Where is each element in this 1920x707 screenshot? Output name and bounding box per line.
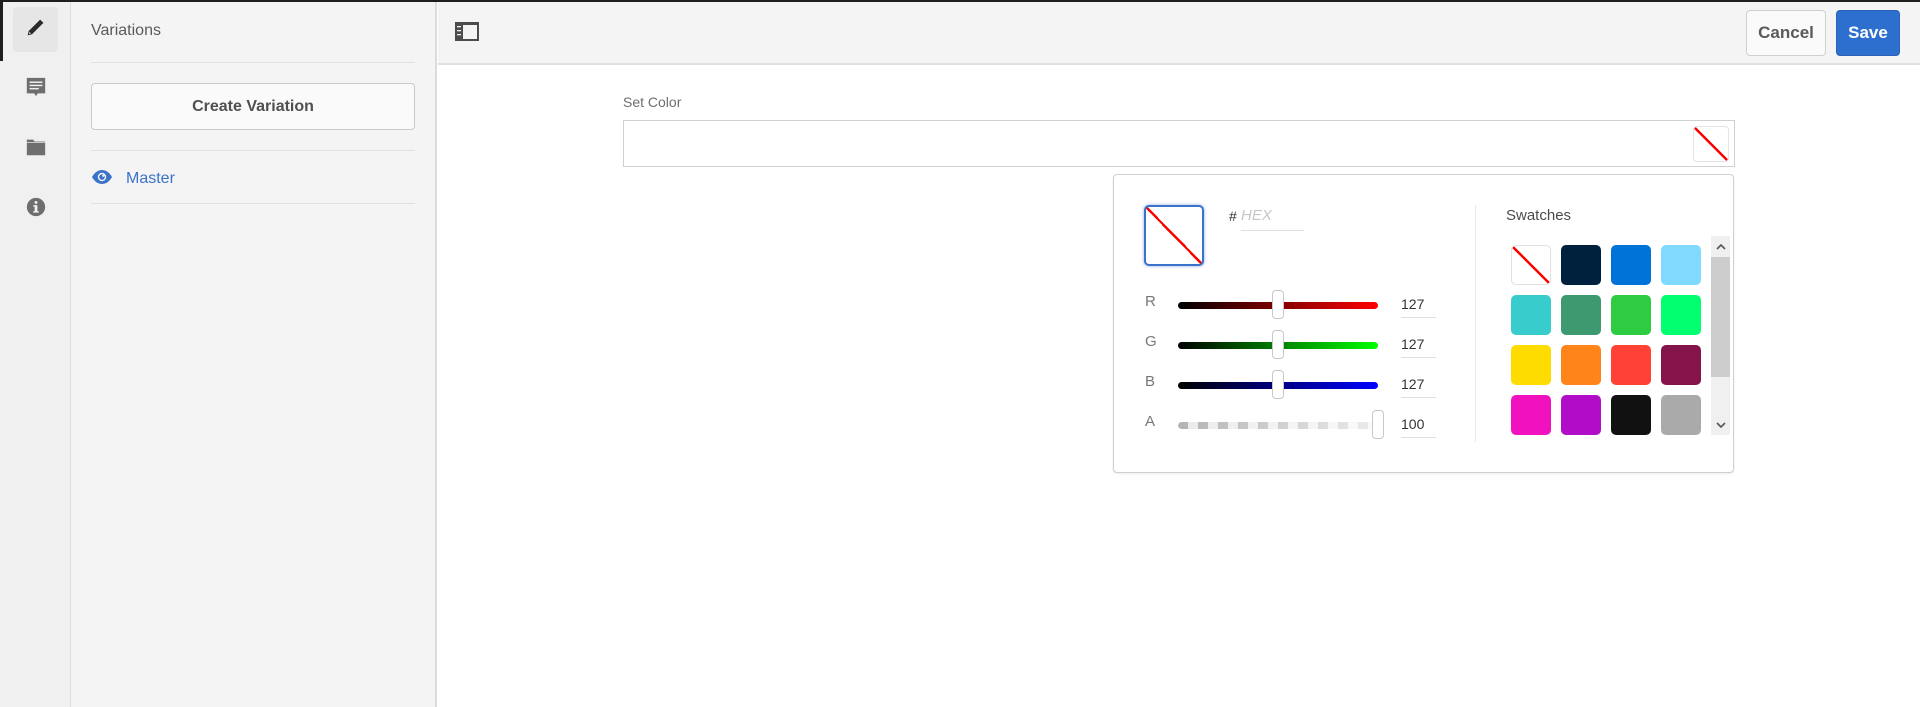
icon-rail	[0, 0, 71, 707]
swatch-red[interactable]	[1611, 345, 1651, 385]
green-value-input[interactable]	[1401, 330, 1436, 358]
hex-prefix: #	[1229, 208, 1237, 224]
rail-info-button[interactable]	[13, 187, 58, 232]
swatch-black[interactable]	[1611, 395, 1651, 435]
swatch-fuchsia[interactable]	[1511, 395, 1551, 435]
swatch-blue[interactable]	[1611, 245, 1651, 285]
sidebar-toggle-icon	[455, 22, 479, 46]
alpha-slider-handle[interactable]	[1372, 410, 1384, 439]
swatch-grid	[1511, 245, 1701, 435]
scroll-up-button[interactable]	[1711, 236, 1730, 256]
pencil-icon	[25, 16, 47, 43]
slider-row-red: R	[1114, 285, 1454, 325]
slider-row-alpha: A	[1114, 405, 1454, 445]
alpha-value-input[interactable]	[1401, 410, 1436, 438]
divider	[91, 150, 415, 151]
save-button[interactable]: Save	[1836, 10, 1900, 56]
color-preview	[1144, 205, 1204, 266]
slider-row-green: G	[1114, 325, 1454, 365]
active-indicator	[0, 0, 3, 61]
swatch-lime[interactable]	[1661, 295, 1701, 335]
swatch-navy[interactable]	[1561, 245, 1601, 285]
divider	[91, 62, 415, 63]
chevron-up-icon	[1715, 237, 1726, 255]
scroll-down-button[interactable]	[1711, 415, 1730, 435]
swatch-light-blue[interactable]	[1661, 245, 1701, 285]
red-slider-handle[interactable]	[1271, 290, 1284, 319]
swatch-sea-green[interactable]	[1561, 295, 1601, 335]
variation-label: Master	[126, 170, 175, 187]
comment-icon	[25, 76, 47, 103]
color-picker-popover: # R G B A Swatches	[1113, 174, 1734, 473]
cancel-button[interactable]: Cancel	[1746, 10, 1826, 56]
red-label: R	[1145, 293, 1156, 310]
alpha-label: A	[1145, 413, 1156, 430]
rail-comments-button[interactable]	[13, 67, 58, 112]
swatch-gray[interactable]	[1661, 395, 1701, 435]
swatch-purple[interactable]	[1561, 395, 1601, 435]
swatches-scrollbar[interactable]	[1711, 236, 1730, 435]
swatch-turquoise[interactable]	[1511, 295, 1551, 335]
set-color-field[interactable]	[623, 120, 1735, 167]
folder-icon	[25, 136, 47, 163]
eye-icon	[91, 169, 113, 190]
blue-slider-handle[interactable]	[1271, 370, 1284, 399]
toggle-side-panel-button[interactable]	[453, 20, 481, 48]
editor-toolbar: Cancel Save	[438, 2, 1920, 65]
chevron-down-icon	[1715, 416, 1726, 434]
color-swatch-button[interactable]	[1693, 126, 1729, 162]
variations-panel: Variations Create Variation Master	[71, 0, 437, 707]
hex-input[interactable]	[1241, 201, 1304, 231]
blue-value-input[interactable]	[1401, 370, 1436, 398]
swatches-title: Swatches	[1506, 207, 1572, 224]
blue-label: B	[1145, 373, 1156, 390]
info-icon	[25, 196, 47, 223]
swatch-maroon[interactable]	[1661, 345, 1701, 385]
top-border	[0, 0, 1920, 2]
swatch-yellow[interactable]	[1511, 345, 1551, 385]
panel-title: Variations	[91, 22, 161, 39]
divider	[91, 203, 415, 204]
slider-row-blue: B	[1114, 365, 1454, 405]
green-label: G	[1145, 333, 1157, 350]
alpha-slider-track[interactable]	[1178, 422, 1378, 429]
swatch-green[interactable]	[1611, 295, 1651, 335]
swatch-none[interactable]	[1511, 245, 1551, 285]
green-slider-handle[interactable]	[1271, 330, 1284, 359]
divider	[1475, 205, 1476, 442]
rail-assets-button[interactable]	[13, 127, 58, 172]
set-color-label: Set Color	[623, 94, 682, 110]
create-variation-button[interactable]: Create Variation	[91, 83, 415, 130]
scrollbar-thumb[interactable]	[1711, 257, 1730, 377]
rail-edit-button[interactable]	[13, 7, 58, 52]
variation-item-master[interactable]: Master	[91, 165, 175, 193]
swatch-orange[interactable]	[1561, 345, 1601, 385]
red-value-input[interactable]	[1401, 290, 1436, 318]
